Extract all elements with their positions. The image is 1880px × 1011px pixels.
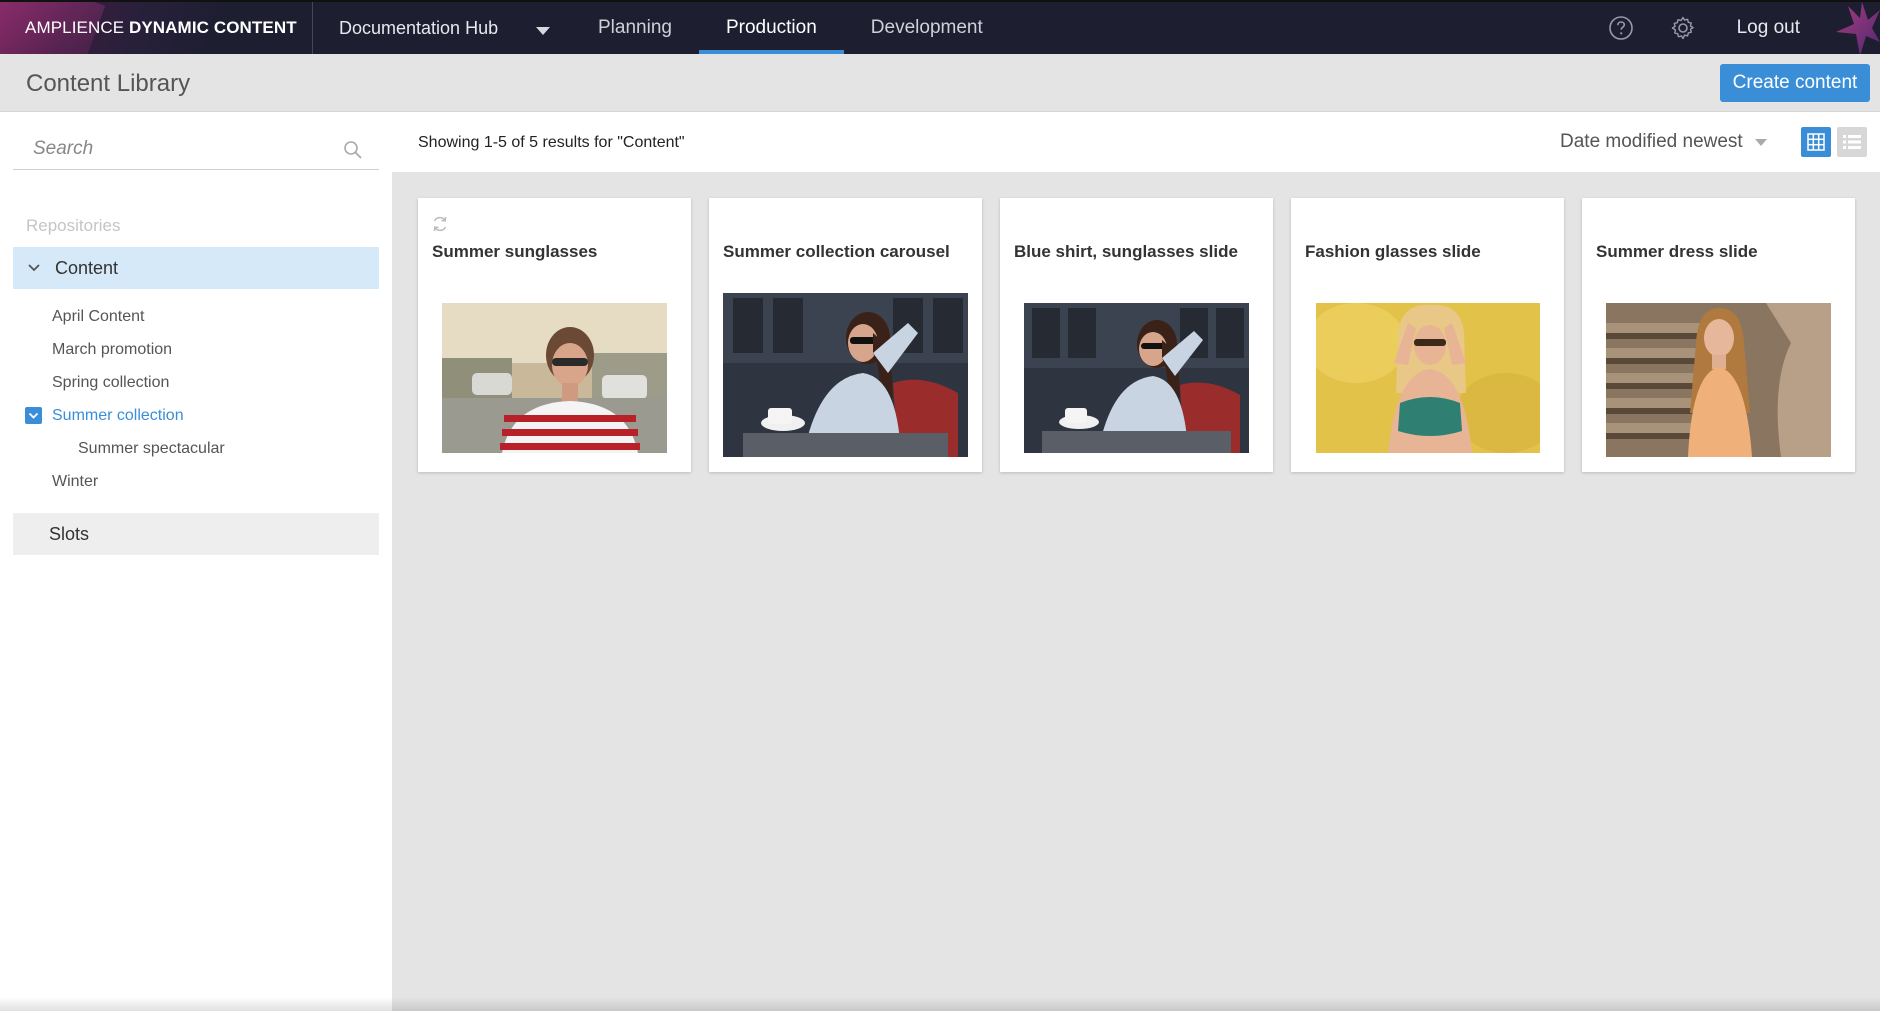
results-toolbar: Showing 1-5 of 5 results for "Content" D… [392,112,1880,172]
card-title: Summer sunglasses [432,242,598,261]
chevron-down-icon[interactable] [27,263,41,273]
help-icon[interactable] [1605,12,1637,44]
tab-development[interactable]: Development [844,2,1010,54]
search-box [13,130,379,170]
results-summary: Showing 1-5 of 5 results for "Content" [418,134,685,151]
tab-label: Development [870,17,983,38]
search-input[interactable] [13,130,333,168]
card-thumbnail [1316,303,1540,453]
card-thumbnail [442,303,667,453]
sidebar: Repositories Content April Content March… [0,112,392,1011]
folder-spring-collection[interactable]: Spring collection [52,374,169,392]
content-card[interactable]: Fashion glasses slide [1291,198,1564,472]
card-thumbnail [723,293,968,457]
tab-production[interactable]: Production [698,2,844,54]
folder-summer-collection[interactable]: Summer collection [52,407,184,425]
folder-winter[interactable]: Winter [52,473,98,491]
card-title: Summer dress slide [1596,242,1758,261]
chevron-down-icon [536,27,550,35]
repository-content[interactable]: Content [13,247,379,289]
list-icon [1843,135,1861,149]
card-thumbnail [1024,303,1249,453]
create-content-button[interactable]: Create content [1720,64,1870,102]
content-card[interactable]: Summer dress slide [1582,198,1855,472]
brand-star-icon [1822,2,1880,56]
hub-name: Documentation Hub [339,17,499,38]
chevron-down-icon [1754,138,1767,146]
list-view-button[interactable] [1837,127,1867,157]
content-card[interactable]: Blue shirt, sunglasses slide [1000,198,1273,472]
card-title: Summer collection carousel [723,242,950,261]
content-card[interactable]: Summer sunglasses [418,198,691,472]
gear-icon[interactable] [1667,12,1699,44]
content-card[interactable]: Summer collection carousel [709,198,982,472]
search-icon[interactable] [343,140,363,165]
brand-title: AMPLIENCE DYNAMIC CONTENT [25,18,297,37]
top-navigation: AMPLIENCE DYNAMIC CONTENT Documentation … [0,0,1880,56]
brand-logo[interactable]: AMPLIENCE DYNAMIC CONTENT [0,2,313,54]
repository-label: Content [55,257,119,278]
nav-actions: Log out [1605,2,1880,56]
page-title: Content Library [26,70,191,97]
folder-summer-spectacular[interactable]: Summer spectacular [78,440,225,458]
card-thumbnail [1606,303,1831,457]
folder-expanded-checkbox[interactable] [25,407,42,424]
folder-march-promotion[interactable]: March promotion [52,341,172,359]
grid-icon [1807,133,1825,151]
hub-selector[interactable]: Documentation Hub [313,2,571,54]
tab-label: Production [725,17,817,38]
card-title: Blue shirt, sunglasses slide [1014,242,1238,261]
card-title: Fashion glasses slide [1305,242,1481,261]
grid-view-button[interactable] [1801,127,1831,157]
bottom-shadow [0,997,1880,1011]
tab-label: Planning [598,17,672,38]
sort-dropdown[interactable]: Date modified newest [1560,131,1767,153]
folder-april-content[interactable]: April Content [52,308,145,326]
sync-icon [430,214,450,239]
chevron-down-icon [28,412,39,419]
sort-label: Date modified newest [1560,131,1743,152]
content-area: Showing 1-5 of 5 results for "Content" D… [392,112,1880,1011]
repository-slots[interactable]: Slots [13,513,379,555]
repositories-heading: Repositories [26,216,121,235]
page-header: Content Library Create content [0,54,1880,112]
logout-link[interactable]: Log out [1737,17,1800,39]
tab-planning[interactable]: Planning [571,2,699,54]
